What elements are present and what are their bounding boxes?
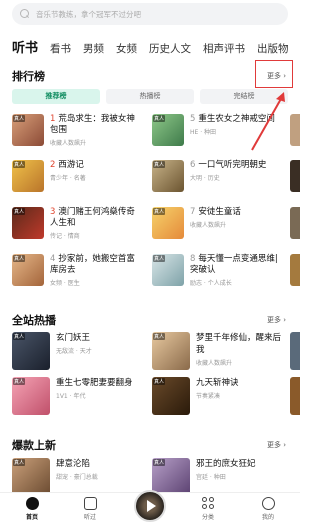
hot-item[interactable]: 真人 玄门妖王无敌流 · 天才 (12, 332, 141, 370)
tab-female[interactable]: 女频 (116, 40, 137, 58)
hot-item[interactable]: 真人 九天斩神诀节奏紧凑 (152, 377, 281, 415)
book-tags: 传记 · 情商 (50, 233, 80, 240)
book-tags: 收藏人数飙升 (50, 140, 87, 147)
nav-me[interactable]: 我的 (248, 497, 288, 521)
tab-publications[interactable]: 出版物 (257, 40, 289, 58)
nav-listened-label: 听过 (83, 514, 96, 521)
book-cover: 真人 (12, 254, 44, 286)
book-cover: 真人 (12, 160, 44, 192)
hot-section-title: 全站热播 (12, 314, 56, 327)
book-title: 每天懂一点变通思维|突破认 (190, 254, 278, 275)
nav-category[interactable]: 分类 (188, 497, 228, 521)
tab-read-book[interactable]: 看书 (50, 40, 71, 58)
rank-section-title: 排行榜 (12, 70, 45, 83)
tab-listen-book[interactable]: 听书 (12, 40, 38, 58)
book-tags: 无敌流 · 天才 (56, 348, 92, 355)
book-tags: 女频 · 医生 (50, 280, 80, 287)
book-tags: 大明 · 历史 (190, 175, 220, 182)
rank-item[interactable]: 真人 6 一口气听完明朝史 大明 · 历史 (152, 160, 280, 192)
profile-icon (261, 497, 275, 510)
history-icon (83, 497, 97, 510)
rank-item[interactable]: 真人 7 安徒生童话 收藏人数飙升 (152, 207, 280, 239)
rank-item[interactable]: 真人 1 荒岛求生：我被女神包围 收藏人数飙升 (12, 114, 140, 147)
rank-item[interactable]: 真人 2 西游记 青少年 · 名著 (12, 160, 140, 192)
segment-hot[interactable]: 热播榜 (106, 89, 194, 104)
new-section-title: 爆款上新 (12, 439, 56, 452)
nav-listened[interactable]: 听过 (70, 497, 110, 521)
book-title: 荒岛求生：我被女神包围 (50, 114, 135, 135)
mini-player-button[interactable] (134, 490, 166, 522)
hot-item[interactable]: 真人 梦里千年修仙，醒来后我收藏人数飙升 (152, 332, 281, 370)
category-grid-icon (201, 497, 215, 510)
nav-me-label: 我的 (261, 514, 274, 521)
book-cover: 真人 (12, 458, 50, 496)
rank-item[interactable]: 真人 8 每天懂一点变通思维|突破认 励志 · 个人成长 (152, 254, 280, 287)
hot-item[interactable]: 真人 重生七零肥妻要翻身 1V1 · 年代 (12, 377, 141, 415)
book-cover-partial (290, 332, 300, 370)
book-cover: 真人 (152, 332, 190, 370)
book-cover: 真人 (152, 207, 184, 239)
more-highlight-box (255, 60, 293, 88)
play-icon (147, 500, 156, 512)
book-title: 抄家前，她搬空首富库房去 (50, 254, 135, 275)
book-title: 安徒生童话 (198, 207, 241, 217)
book-cover: 真人 (152, 160, 184, 192)
book-tags: 节奏紧凑 (196, 393, 221, 400)
book-cover: 真人 (152, 458, 190, 496)
hot-more-link[interactable]: 更多 › (267, 315, 286, 325)
search-placeholder: 音乐节教练，拿个冠军不过分吧 (36, 9, 141, 19)
nav-category-label: 分类 (201, 514, 214, 521)
book-cover: 真人 (12, 377, 50, 415)
book-title: 一口气听完明朝史 (198, 160, 267, 170)
new-more-label: 更多 (266, 441, 281, 449)
book-cover: 真人 (12, 332, 50, 370)
tab-male[interactable]: 男频 (83, 40, 104, 58)
rank-item[interactable]: 真人 3 澳门赌王何鸿燊传奇人生和 传记 · 情商 (12, 207, 140, 240)
home-icon (25, 497, 39, 510)
book-tags: 青少年 · 名著 (50, 175, 86, 182)
tab-crosstalk[interactable]: 相声评书 (203, 40, 245, 58)
segment-finished[interactable]: 完结榜 (200, 89, 288, 104)
new-more-link[interactable]: 更多 › (267, 440, 286, 450)
book-title: 重生农女之神戒空间 (198, 114, 275, 124)
search-icon (20, 9, 30, 19)
book-tags: HE · 种田 (190, 129, 217, 136)
book-title: 重生七零肥妻要翻身 (56, 378, 133, 388)
book-title: 邪王的庶女狂妃 (196, 459, 256, 469)
book-tags: 甜宠 · 豪门总裁 (56, 474, 98, 481)
book-title: 肆意沦陷 (56, 459, 91, 469)
book-cover: 真人 (12, 114, 44, 146)
segment-recommended[interactable]: 推荐榜 (12, 89, 100, 104)
search-bar-container: 音乐节教练，拿个冠军不过分吧 (0, 0, 300, 32)
nav-home-label: 首页 (25, 514, 38, 521)
book-title: 梦里千年修仙，醒来后我 (196, 333, 282, 355)
book-tags: 收藏人数飙升 (196, 360, 233, 367)
book-tags: 1V1 · 年代 (56, 393, 86, 400)
hot-more-label: 更多 (266, 316, 281, 324)
book-tags: 励志 · 个人成长 (190, 280, 232, 287)
book-tags: 收藏人数飙升 (190, 222, 227, 229)
book-cover-partial (290, 254, 300, 286)
nav-home[interactable]: 首页 (12, 497, 52, 521)
book-cover: 真人 (152, 254, 184, 286)
new-item[interactable]: 真人 邪王的庶女狂妃 宫廷 · 种田 (152, 458, 281, 496)
book-cover-partial (290, 377, 300, 415)
tab-history[interactable]: 历史人文 (149, 40, 191, 58)
search-input[interactable]: 音乐节教练，拿个冠军不过分吧 (12, 3, 288, 25)
book-cover: 真人 (152, 114, 184, 146)
category-tabs: 听书 看书 男频 女频 历史人文 相声评书 出版物 (0, 36, 300, 58)
rank-item[interactable]: 真人 4 抄家前，她搬空首富库房去 女频 · 医生 (12, 254, 140, 287)
book-cover-partial (290, 114, 300, 146)
book-cover: 真人 (152, 377, 190, 415)
book-title: 玄门妖王 (56, 333, 91, 343)
rank-item[interactable]: 真人 5 重生农女之神戒空间 HE · 种田 (152, 114, 280, 146)
new-item[interactable]: 真人 肆意沦陷甜宠 · 豪门总裁 (12, 458, 141, 496)
book-tags: 宫廷 · 种田 (196, 474, 226, 481)
book-cover: 真人 (12, 207, 44, 239)
book-cover-partial (290, 160, 300, 192)
book-cover-partial (290, 207, 300, 239)
book-title: 九天斩神诀 (196, 378, 239, 388)
book-title: 西游记 (58, 160, 84, 170)
book-title: 澳门赌王何鸿燊传奇人生和 (50, 207, 135, 228)
